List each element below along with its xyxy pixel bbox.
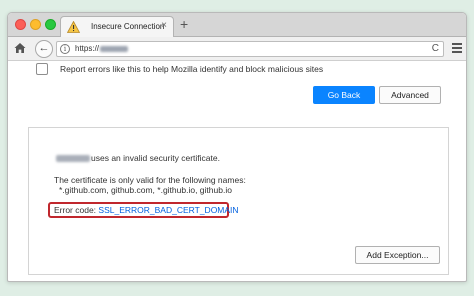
valid-names-heading: The certificate is only valid for the fo… — [54, 175, 246, 185]
tab-title: Insecure Connection — [91, 22, 165, 31]
tab-bar: Insecure Connection × + — [8, 13, 466, 38]
info-icon[interactable]: i — [60, 44, 70, 54]
nav-bar: ← i https:// C — [8, 37, 466, 61]
error-code-link[interactable]: SSL_ERROR_BAD_CERT_DOMAIN — [98, 205, 238, 215]
browser-window: Insecure Connection × + ← i https:// C R… — [7, 12, 467, 282]
hamburger-menu-icon[interactable] — [452, 43, 462, 55]
invalid-cert-text: uses an invalid security certificate. — [91, 153, 220, 163]
url-text: https:// — [75, 44, 100, 53]
valid-names-list: *.github.com, github.com, *.github.io, g… — [59, 185, 232, 195]
go-back-button[interactable]: Go Back — [313, 86, 375, 104]
report-errors-checkbox[interactable] — [36, 63, 48, 75]
error-code-row: Error code: SSL_ERROR_BAD_CERT_DOMAIN — [54, 205, 239, 215]
advanced-panel: uses an invalid security certificate. Th… — [28, 127, 449, 275]
url-bar[interactable]: i https:// C — [56, 41, 444, 57]
tab-insecure-connection[interactable]: Insecure Connection × — [60, 16, 174, 38]
reload-icon[interactable]: C — [432, 43, 439, 54]
home-icon[interactable] — [14, 42, 26, 54]
error-code-label: Error code: — [54, 205, 97, 215]
minimize-window-button[interactable] — [30, 19, 41, 30]
add-exception-button[interactable]: Add Exception... — [355, 246, 440, 264]
zoom-window-button[interactable] — [45, 19, 56, 30]
close-window-button[interactable] — [15, 19, 26, 30]
report-errors-label: Report errors like this to help Mozilla … — [60, 64, 324, 74]
url-host-redacted — [100, 46, 128, 52]
back-button[interactable]: ← — [35, 40, 53, 58]
host-redacted — [56, 155, 90, 162]
close-tab-icon[interactable]: × — [161, 20, 167, 31]
new-tab-button[interactable]: + — [180, 16, 188, 32]
advanced-button[interactable]: Advanced — [379, 86, 441, 104]
warning-icon — [67, 21, 80, 33]
